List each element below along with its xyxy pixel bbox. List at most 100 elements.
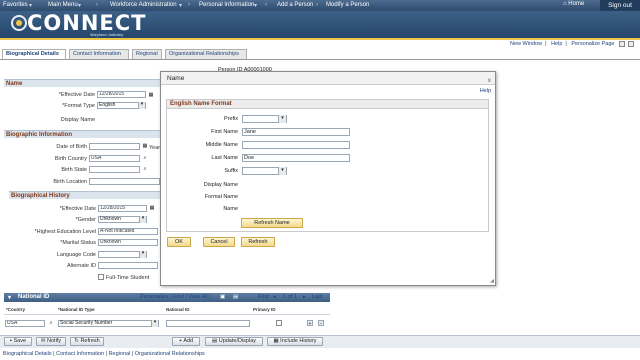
minimize-icon[interactable] (619, 41, 625, 47)
format-type-select[interactable]: English (97, 102, 146, 109)
date-of-birth-label: Date of Birth (56, 144, 87, 150)
date-of-birth-input[interactable] (89, 143, 140, 150)
update-display-label: Update/Display (218, 338, 257, 344)
calendar-icon[interactable]: ▦ (142, 143, 148, 149)
birth-country-input[interactable]: USA (89, 155, 140, 162)
biographic-section-header: Biographic Information (4, 130, 160, 138)
separator: | (545, 41, 547, 47)
add-button[interactable]: + Add (172, 337, 200, 346)
history-effective-date-input[interactable]: 12/28/2015 (98, 205, 147, 212)
national-id-input[interactable] (166, 320, 250, 327)
full-time-student-label: Full-Time Student (106, 275, 150, 281)
first-name-label: First Name (211, 129, 238, 135)
close-icon[interactable]: x (488, 74, 491, 87)
modal-help-link[interactable]: Help (480, 88, 491, 94)
grid-prev-icon[interactable]: ◂ (273, 294, 276, 300)
refresh-button[interactable]: ↻ Refresh (70, 337, 104, 346)
chevron-right-icon: › (265, 2, 267, 8)
help-link[interactable]: Help (551, 41, 562, 47)
formal-name-label: Formal Name (204, 194, 238, 200)
maximize-icon[interactable] (628, 41, 634, 47)
notify-label: Notify (47, 338, 62, 344)
refresh-label: Refresh (80, 338, 100, 344)
education-level-input[interactable]: A-Not Indicated (98, 228, 158, 235)
name-effective-date-input[interactable]: 12/28/2015 (97, 91, 146, 98)
search-icon[interactable]: ⌕ (142, 166, 148, 172)
grid-first-link[interactable]: First (258, 294, 269, 300)
grid-next-icon[interactable]: ▸ (303, 294, 306, 300)
nav-workforce-administration[interactable]: Workforce Administration (110, 2, 177, 8)
tab-biographical-details[interactable]: Biographical Details (2, 49, 66, 59)
app-logo-title: CONNECT (27, 11, 147, 35)
separator: | (565, 41, 567, 47)
save-button[interactable]: ▪ Save (4, 337, 32, 346)
suffix-label: Suffix (224, 168, 238, 174)
add-row-icon[interactable]: + (307, 320, 313, 327)
home-icon: ⌂ (563, 1, 567, 7)
nav-main-menu[interactable]: Main Menu (48, 2, 78, 8)
tab-organizational-relationships[interactable]: Organizational Relationships (165, 49, 247, 59)
modal-title: Name (167, 75, 185, 82)
grid-nav-links[interactable]: Personalize | Find | View All | (140, 294, 211, 300)
prefix-label: Prefix (223, 116, 238, 122)
language-code-select[interactable] (98, 251, 147, 258)
alternate-id-input[interactable] (98, 262, 158, 269)
national-id-title: National ID (18, 294, 50, 300)
birth-location-label: Birth Location (53, 179, 87, 185)
search-icon[interactable]: ⌕ (48, 320, 54, 326)
home-link[interactable]: ⌂ Home (563, 1, 584, 7)
grid-zoom-icon[interactable]: ▤ (233, 294, 238, 300)
middle-name-label: Middle Name (205, 142, 238, 148)
modal-title-bar[interactable]: Name x (161, 72, 495, 85)
logo-icon (11, 15, 27, 31)
delete-row-icon[interactable]: − (318, 320, 324, 327)
calendar-icon[interactable]: ▦ (148, 92, 154, 98)
sign-out-button[interactable]: Sign out (600, 0, 640, 11)
tab-contact-information[interactable]: Contact Information (69, 49, 129, 59)
language-code-label: Language Code (56, 252, 96, 258)
chevron-down-icon: ▾ (179, 3, 183, 9)
bottom-page-links[interactable]: Biographical Details | Contact Informati… (3, 351, 205, 357)
marital-status-input[interactable]: Unknown (98, 239, 158, 246)
grid-last-link[interactable]: Last (312, 294, 322, 300)
ok-button[interactable]: OK (167, 237, 191, 247)
middle-name-input[interactable] (242, 141, 350, 149)
calendar-icon[interactable]: ▦ (149, 205, 155, 211)
notify-button[interactable]: ✉ Notify (36, 337, 66, 346)
home-label: Home (568, 1, 585, 7)
marital-status-label: *Marital Status (60, 240, 96, 246)
name-modal-dialog: Name x Help English Name Format Prefix F… (160, 71, 496, 286)
tab-regional[interactable]: Regional (132, 49, 162, 59)
new-window-link[interactable]: New Window (510, 41, 542, 47)
include-history-button[interactable]: ▦ Include History (267, 337, 323, 346)
chevron-right-icon: › (316, 2, 318, 8)
gender-label: *Gender (75, 217, 97, 223)
first-name-input[interactable]: Jane (242, 128, 350, 136)
nav-add-a-person[interactable]: Add a Person (277, 2, 313, 8)
update-display-button[interactable]: ▤ Update/Display (205, 337, 263, 346)
expand-icon[interactable]: ▾ (8, 294, 11, 301)
cancel-button[interactable]: Cancel (203, 237, 235, 247)
birth-location-input[interactable] (89, 178, 160, 185)
refresh-name-button[interactable]: Refresh Name (241, 218, 303, 228)
primary-id-checkbox[interactable] (276, 320, 282, 326)
grid-download-icon[interactable]: ▣ (220, 294, 225, 300)
national-id-type-select[interactable]: Social Security Number (58, 320, 159, 327)
full-time-student-checkbox[interactable] (98, 274, 104, 280)
last-name-input[interactable]: Doe (242, 154, 350, 162)
resize-handle-icon[interactable]: ◢ (490, 278, 494, 284)
nav-favorites[interactable]: Favorites (3, 2, 28, 8)
gender-select[interactable]: Unknown (98, 216, 147, 223)
nav-modify-a-person[interactable]: Modify a Person (326, 2, 369, 8)
personalize-page-link[interactable]: Personalize Page (571, 41, 614, 47)
birth-state-input[interactable] (89, 166, 140, 173)
nav-personal-information[interactable]: Personal Information (199, 2, 254, 8)
modal-refresh-button[interactable]: Refresh (241, 237, 275, 247)
tab-underline (0, 59, 640, 60)
search-icon[interactable]: ⌕ (142, 155, 148, 161)
national-country-input[interactable]: USA (5, 320, 45, 327)
prefix-select[interactable] (242, 115, 287, 123)
grid-pager-count: 1 of 1 (283, 294, 297, 300)
name-section-header: Name (4, 79, 160, 87)
suffix-select[interactable] (242, 167, 287, 175)
